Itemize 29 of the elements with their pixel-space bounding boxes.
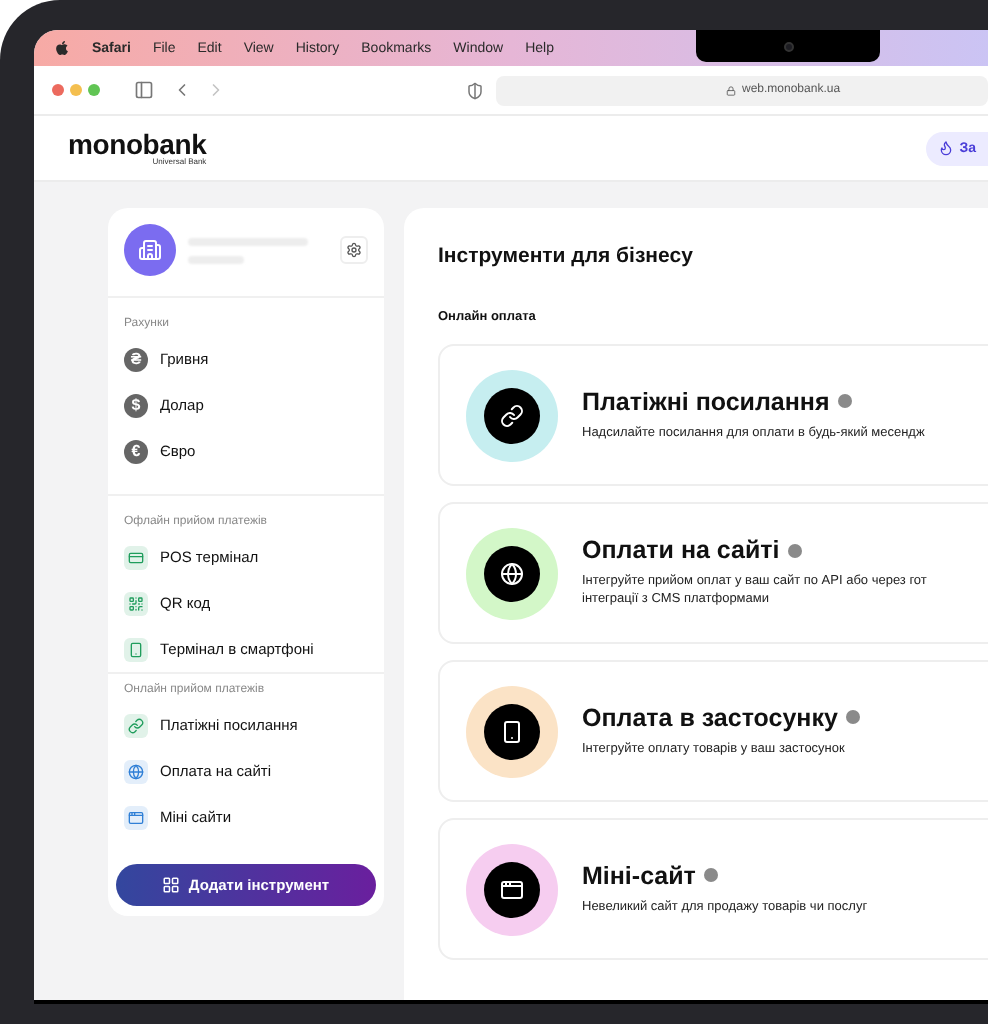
zoom-button[interactable] [88,84,100,96]
currency-icon: € [124,439,148,463]
currency-icon: $ [124,393,148,417]
window-icon [484,861,540,917]
shield-icon[interactable] [466,81,484,99]
close-button[interactable] [52,84,64,96]
apple-icon[interactable] [54,40,70,56]
page-title: Інструменти для бізнесу [438,244,695,268]
card-title: Платіжні посилання [582,387,830,416]
info-icon[interactable] [837,394,852,409]
currency-icon: ₴ [124,347,148,371]
info-icon[interactable] [787,543,802,558]
flame-icon [937,140,954,156]
link-icon [484,387,540,443]
camera-icon [783,41,793,51]
gear-icon [346,242,362,258]
building-avatar [124,224,176,276]
info-icon[interactable] [703,868,718,883]
logo[interactable]: monobank [68,130,207,158]
grid-icon [162,876,181,894]
card-title: Оплата в застосунку [582,703,838,732]
card-title: Міні-сайт [582,861,696,890]
card-title: Оплати на сайті [582,536,780,565]
lock-icon [726,85,736,95]
settings-button[interactable] [340,236,368,264]
sidebar-icon[interactable] [134,80,154,100]
info-icon[interactable] [845,710,860,725]
smartphone-icon [484,703,540,759]
globe-icon [484,545,540,601]
